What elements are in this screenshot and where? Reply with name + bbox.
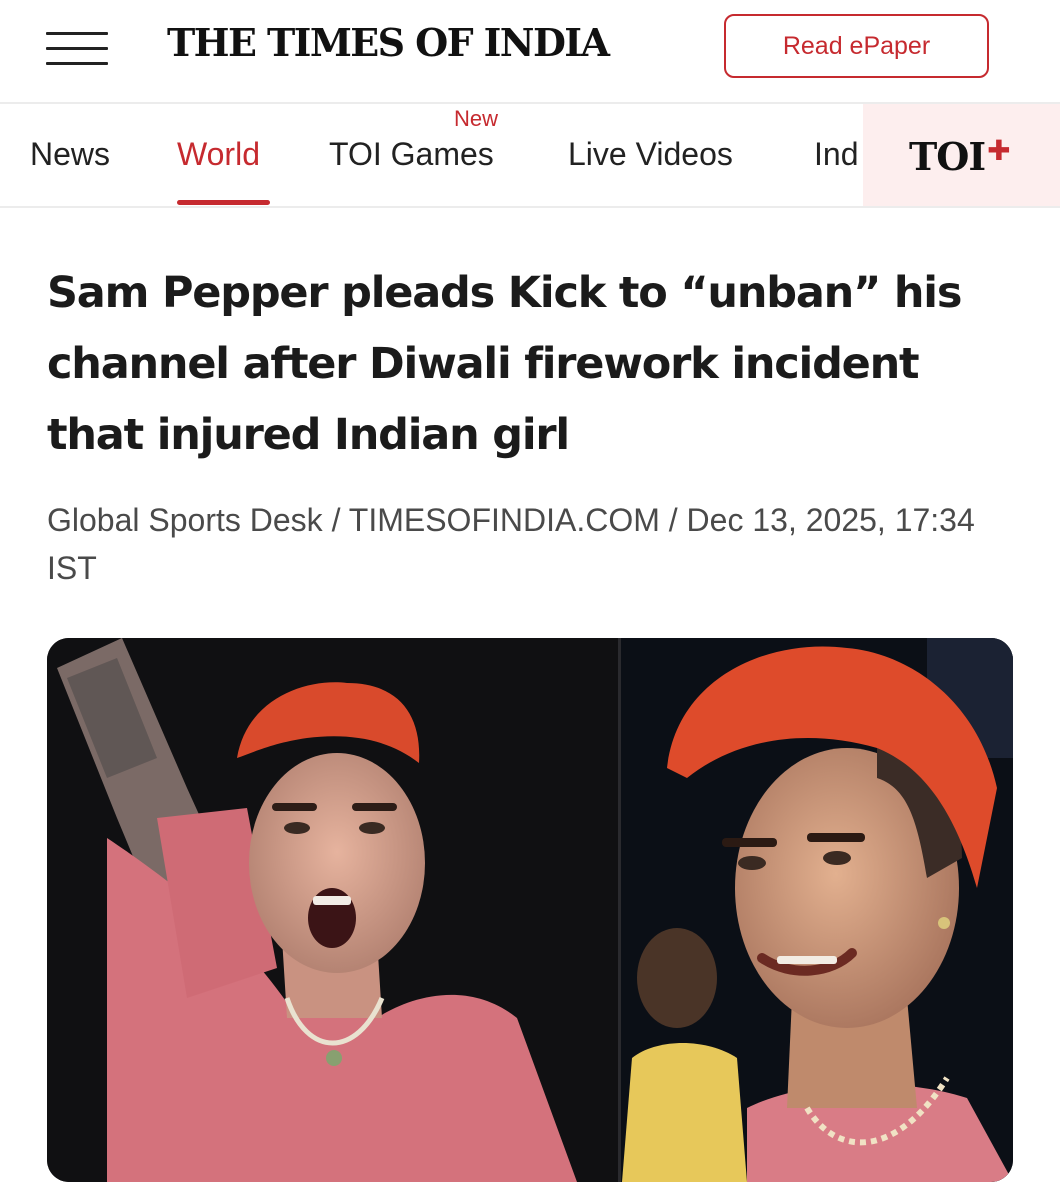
nav-item-toi-games[interactable]: TOI Games	[329, 136, 494, 173]
new-badge: New	[454, 106, 499, 131]
hero-photo-illustration	[47, 638, 1013, 1182]
plus-icon: ✚	[987, 133, 1011, 167]
read-epaper-button[interactable]: Read ePaper	[724, 14, 989, 78]
toi-plus-button[interactable]: TOI ✚	[863, 104, 1060, 208]
toi-plus-logo-text: TOI	[909, 133, 986, 179]
site-header: THE TIMES OF INDIA Read ePaper	[0, 0, 1060, 104]
nav-item-world[interactable]: World	[177, 136, 260, 173]
article-headline: Sam Pepper pleads Kick to “unban” his ch…	[47, 268, 962, 460]
article-hero-image[interactable]	[47, 638, 1013, 1182]
hamburger-menu-icon[interactable]	[46, 30, 108, 66]
article-byline: Global Sports Desk / TIMESOFINDIA.COM / …	[47, 502, 975, 586]
nav-item-india[interactable]: Ind	[814, 136, 858, 173]
nav-item-live-videos[interactable]: Live Videos	[568, 136, 733, 173]
section-nav: News World New TOI Games Live Videos Ind…	[0, 104, 1060, 208]
nav-divider	[0, 206, 1060, 208]
active-tab-indicator	[177, 200, 270, 205]
site-logo[interactable]: THE TIMES OF INDIA	[167, 20, 610, 65]
nav-item-news[interactable]: News	[30, 136, 110, 173]
